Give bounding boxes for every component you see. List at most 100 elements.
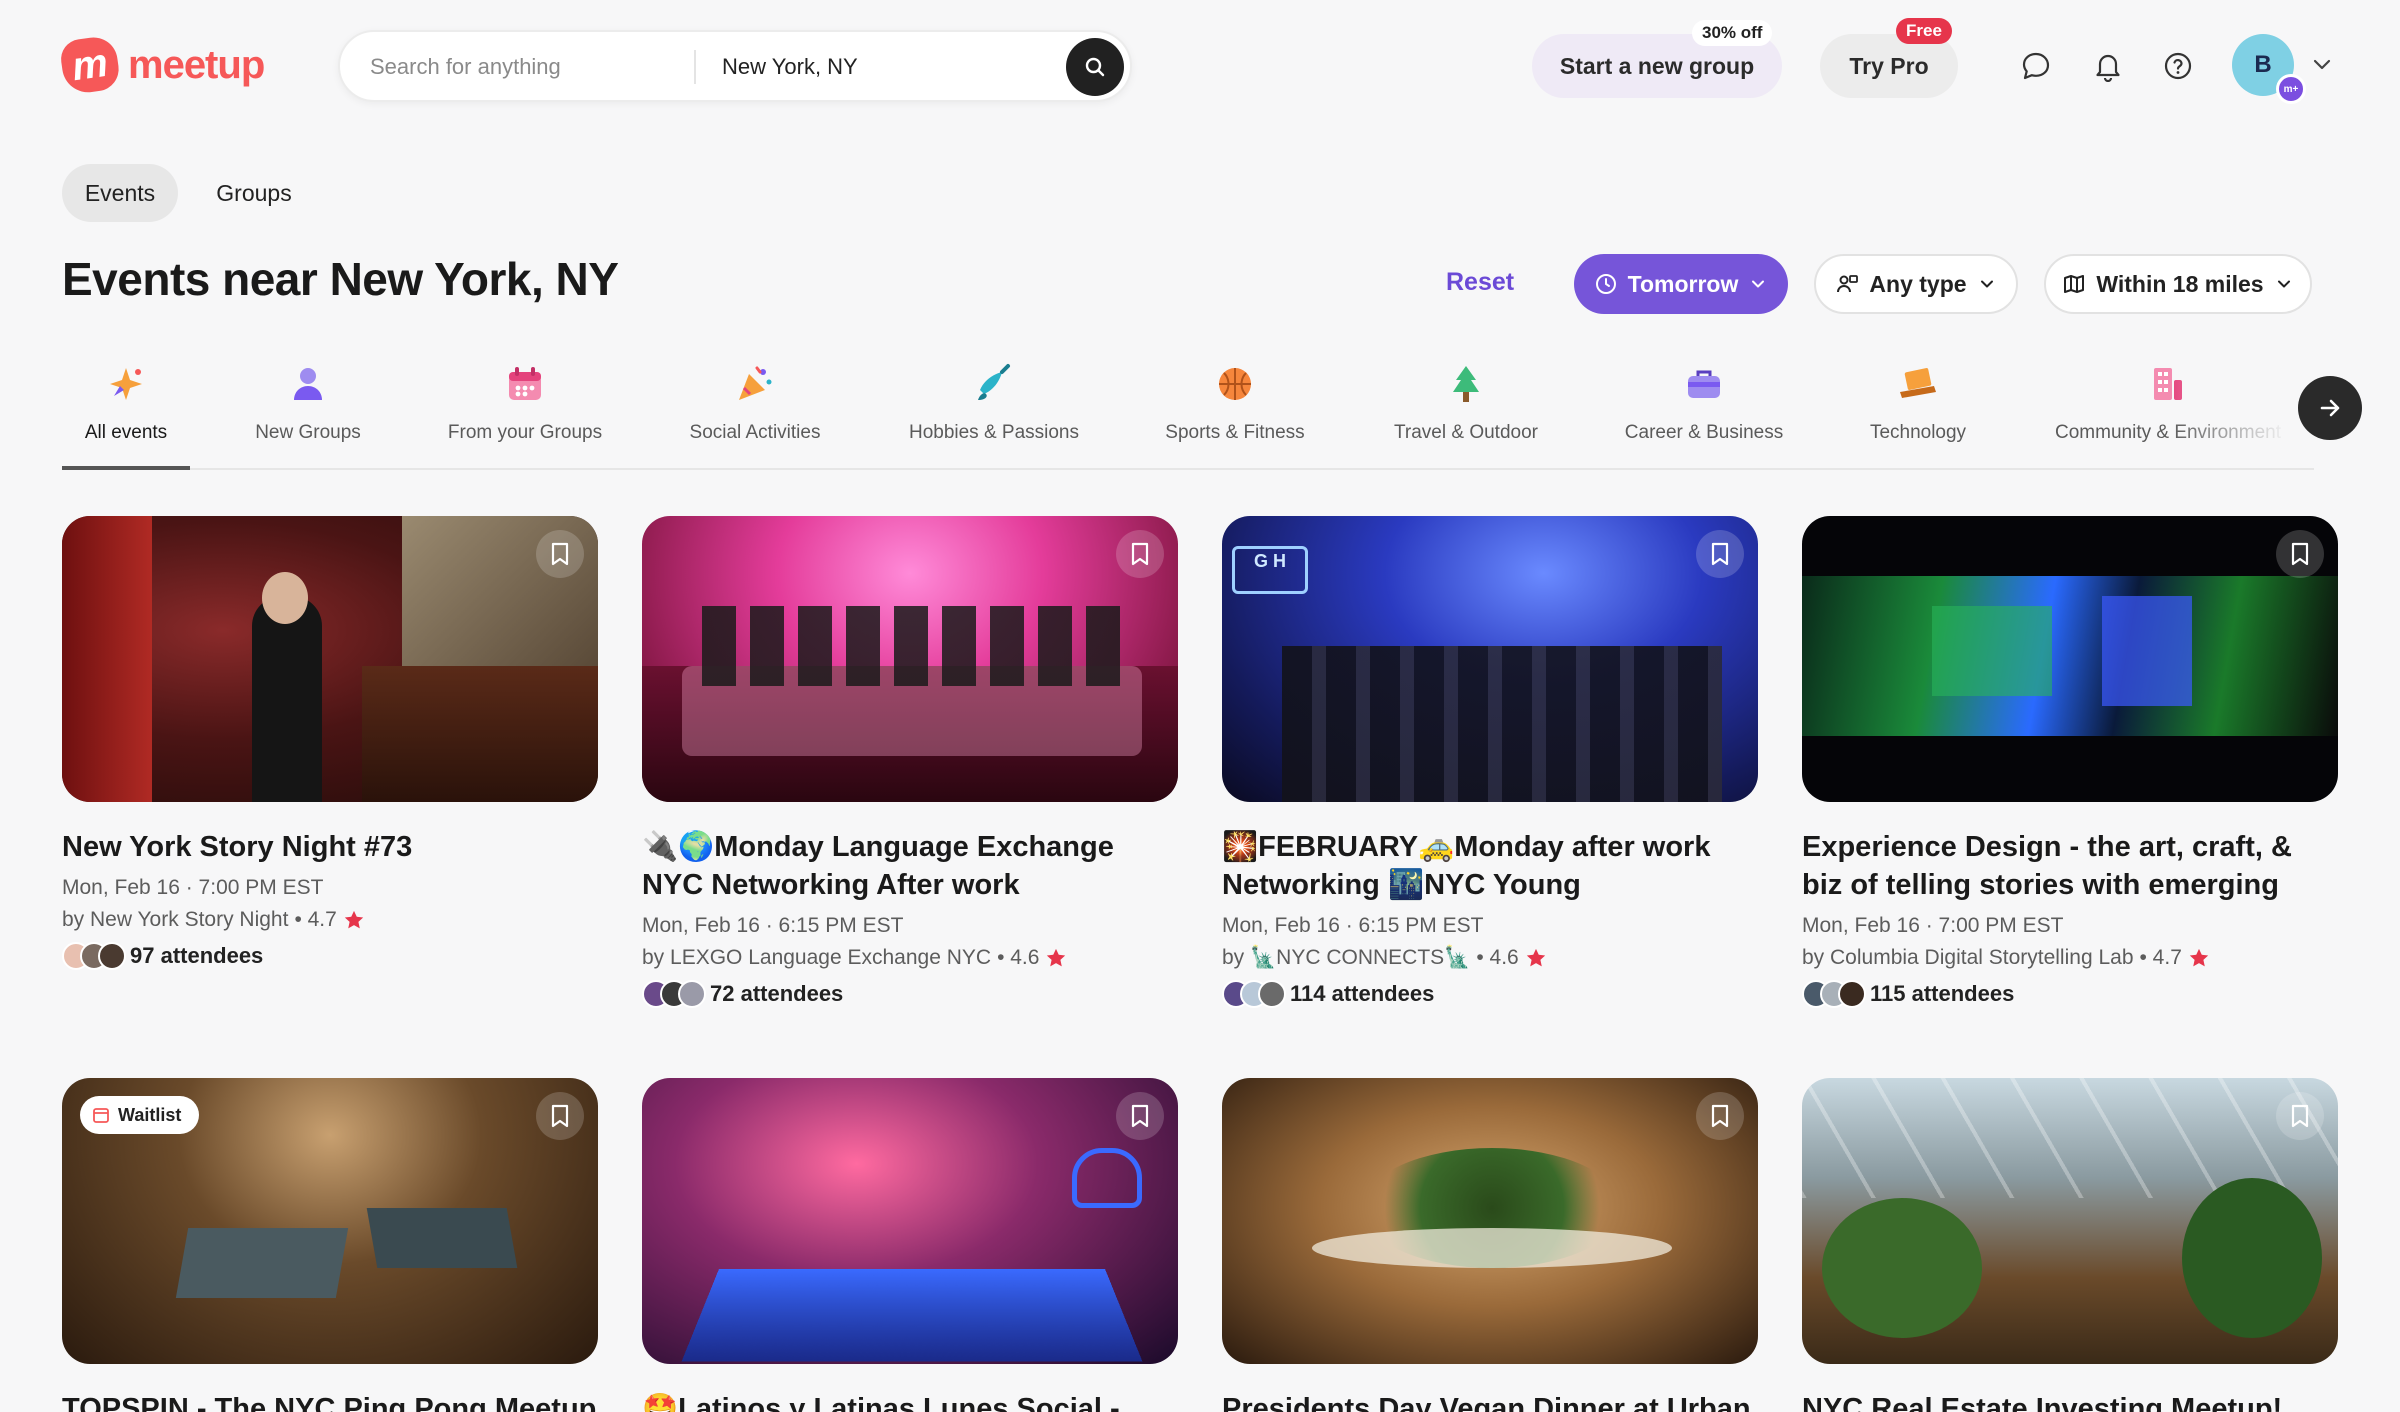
- meetup-logo[interactable]: m meetup: [58, 34, 265, 96]
- attendee-avatar: [1838, 980, 1866, 1008]
- star-icon: [1526, 948, 1545, 967]
- tab-groups[interactable]: Groups: [196, 164, 312, 222]
- pro-badge: m+: [2276, 74, 2306, 104]
- bookmark-button[interactable]: [1696, 1092, 1744, 1140]
- search-input[interactable]: [370, 50, 710, 84]
- date-filter-label: Tomorrow: [1627, 270, 1739, 297]
- category-label: New Groups: [255, 422, 361, 443]
- event-card[interactable]: Presidents Day Vegan Dinner at Urban: [1222, 1078, 1758, 1412]
- event-title[interactable]: 🎇FEBRUARY🚕Monday after work Networking 🌃…: [1222, 828, 1758, 904]
- category-new-groups[interactable]: New Groups: [240, 360, 376, 444]
- bookmark-button[interactable]: [2276, 1092, 2324, 1140]
- category-social-activities[interactable]: Social Activities: [680, 360, 830, 444]
- event-title[interactable]: 🔌🌍Monday Language Exchange NYC Networkin…: [642, 828, 1178, 904]
- attendee-avatars: [62, 942, 126, 970]
- type-filter[interactable]: Any type: [1814, 254, 2018, 314]
- location-input[interactable]: New York, NY: [722, 54, 858, 80]
- event-title[interactable]: New York Story Night #73: [62, 828, 598, 866]
- event-card[interactable]: G H 🎇FEBRUARY🚕Monday after work Networki…: [1222, 516, 1758, 1008]
- logo-mark: m: [58, 34, 122, 96]
- search-divider: [694, 50, 696, 84]
- distance-filter[interactable]: Within 18 miles: [2044, 254, 2312, 314]
- category-career-business[interactable]: Career & Business: [1622, 360, 1786, 444]
- search-bar: New York, NY: [338, 30, 1132, 102]
- page-title: Events near New York, NY: [62, 253, 619, 305]
- category-label: Career & Business: [1624, 422, 1784, 443]
- event-card[interactable]: NYC Real Estate Investing Meetup!: [1802, 1078, 2338, 1412]
- event-datetime: Mon, Feb 16 · 7:00 PM EST: [1802, 914, 2064, 937]
- event-attendees: 115 attendees: [1802, 980, 2338, 1008]
- chevron-down-icon: [1752, 280, 1765, 288]
- category-divider: [62, 468, 2314, 470]
- event-image[interactable]: [642, 516, 1178, 802]
- bookmark-button[interactable]: [1116, 530, 1164, 578]
- notifications-button[interactable]: [2090, 48, 2126, 84]
- event-datetime: Mon, Feb 16 · 7:00 PM EST: [62, 876, 324, 899]
- waitlist-badge: Waitlist: [80, 1096, 200, 1134]
- date-filter[interactable]: Tomorrow: [1574, 254, 1788, 314]
- event-title[interactable]: TOPSPIN - The NYC Ping Pong Meetup: [62, 1390, 598, 1412]
- category-scroll-fade: [2170, 356, 2290, 456]
- type-filter-label: Any type: [1869, 270, 1967, 297]
- host-name[interactable]: by 🗽NYC CONNECTS🗽: [1222, 942, 1470, 974]
- event-title[interactable]: 🤩Latinos y Latinas Lunes Social -: [642, 1390, 1178, 1412]
- event-card[interactable]: Experience Design - the art, craft, & bi…: [1802, 516, 2338, 1008]
- chevron-down-icon: [2277, 280, 2290, 288]
- person-icon: [284, 360, 332, 408]
- star-icon: [1047, 948, 1066, 967]
- category-label: From your Groups: [447, 422, 603, 443]
- bookmark-button[interactable]: [2276, 530, 2324, 578]
- logo-text: meetup: [128, 42, 265, 87]
- paint-icon: [970, 360, 1018, 408]
- distance-filter-label: Within 18 miles: [2096, 270, 2264, 297]
- event-card[interactable]: 🔌🌍Monday Language Exchange NYC Networkin…: [642, 516, 1178, 1008]
- event-title[interactable]: NYC Real Estate Investing Meetup!: [1802, 1390, 2338, 1412]
- event-image[interactable]: [1802, 516, 2338, 802]
- help-button[interactable]: [2160, 48, 2196, 84]
- event-image[interactable]: [62, 516, 598, 802]
- host-name[interactable]: by LEXGO Language Exchange NYC: [642, 942, 991, 974]
- event-card[interactable]: New York Story Night #73 Mon, Feb 16 · 7…: [62, 516, 598, 970]
- bookmark-button[interactable]: [536, 530, 584, 578]
- bookmark-button[interactable]: [1696, 530, 1744, 578]
- event-title[interactable]: Experience Design - the art, craft, & bi…: [1802, 828, 2338, 904]
- clock-icon: [1595, 274, 1616, 294]
- event-image[interactable]: [1222, 1078, 1758, 1364]
- bookmark-icon: [1711, 542, 1729, 566]
- bookmark-icon: [2291, 542, 2309, 566]
- event-card[interactable]: Waitlist TOPSPIN - The NYC Ping Pong Mee…: [62, 1078, 598, 1412]
- attendee-avatars: [1222, 980, 1286, 1008]
- category-from-your-groups[interactable]: From your Groups: [440, 360, 610, 444]
- category-technology[interactable]: Technology: [1860, 360, 1976, 444]
- bookmark-icon: [1131, 1104, 1149, 1128]
- account-menu-toggle[interactable]: [2310, 52, 2334, 81]
- event-image[interactable]: Waitlist: [62, 1078, 598, 1364]
- sparkle-icon: [102, 360, 150, 408]
- event-image[interactable]: [642, 1078, 1178, 1364]
- messages-button[interactable]: [2018, 48, 2054, 84]
- tab-events[interactable]: Events: [62, 164, 178, 222]
- event-title[interactable]: Presidents Day Vegan Dinner at Urban: [1222, 1390, 1758, 1412]
- reset-filters-button[interactable]: Reset: [1446, 268, 1514, 297]
- bookmark-button[interactable]: [1116, 1092, 1164, 1140]
- host-name[interactable]: by Columbia Digital Storytelling Lab: [1802, 942, 2134, 974]
- event-datetime: Mon, Feb 16 · 6:15 PM EST: [642, 914, 904, 937]
- host-name[interactable]: by New York Story Night: [62, 904, 288, 936]
- category-sports-fitness[interactable]: Sports & Fitness: [1160, 360, 1310, 444]
- category-next-button[interactable]: [2298, 376, 2362, 440]
- event-card[interactable]: 🤩Latinos y Latinas Lunes Social -: [642, 1078, 1178, 1412]
- event-host: by Columbia Digital Storytelling Lab • 4…: [1802, 942, 2338, 974]
- category-travel-outdoor[interactable]: Travel & Outdoor: [1388, 360, 1544, 444]
- category-all-events[interactable]: All events: [62, 360, 190, 444]
- event-datetime: Mon, Feb 16 · 6:15 PM EST: [1222, 914, 1484, 937]
- ball-icon: [1211, 360, 1259, 408]
- event-image[interactable]: G H: [1222, 516, 1758, 802]
- tree-icon: [1442, 360, 1490, 408]
- bookmark-button[interactable]: [536, 1092, 584, 1140]
- search-button[interactable]: [1066, 38, 1124, 96]
- event-image[interactable]: [1802, 1078, 2338, 1364]
- category-hobbies-passions[interactable]: Hobbies & Passions: [904, 360, 1084, 444]
- calendar-icon: [93, 1108, 109, 1123]
- host-rating: • 4.6: [997, 946, 1040, 969]
- bookmark-icon: [2291, 1104, 2309, 1128]
